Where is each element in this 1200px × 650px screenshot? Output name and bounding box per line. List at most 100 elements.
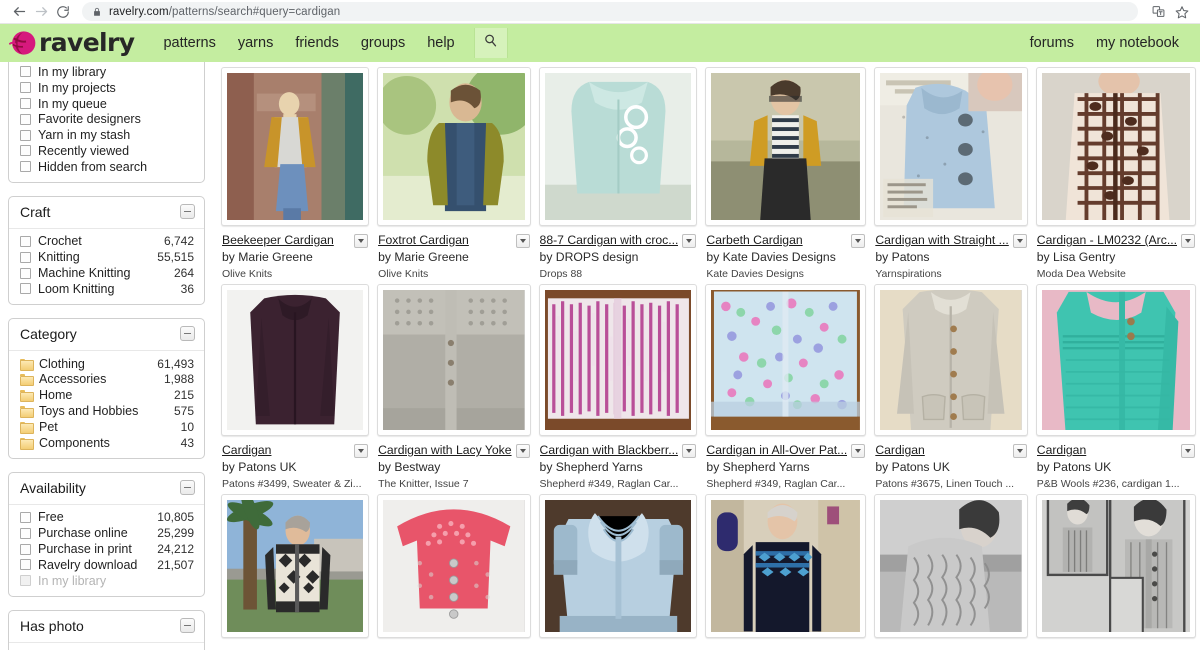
pattern-title-link[interactable]: Foxtrot Cardigan — [378, 233, 511, 247]
checkbox[interactable] — [20, 543, 31, 555]
pattern-card[interactable]: Cardigan - LM0232 (Arc... by Lisa Gentry M… — [1035, 67, 1196, 280]
checkbox[interactable] — [20, 145, 31, 157]
pattern-card[interactable]: Foxtrot Cardigan by Marie Greene Olive Kni… — [377, 67, 531, 280]
chevron-down-icon[interactable] — [1012, 234, 1027, 248]
pattern-title-link[interactable]: Beekeeper Cardigan — [222, 233, 350, 247]
pattern-photo[interactable] — [227, 73, 364, 220]
pattern-photo[interactable] — [880, 500, 1022, 632]
chevron-down-icon[interactable] — [1181, 234, 1195, 248]
chevron-down-icon[interactable] — [515, 234, 530, 248]
pattern-thumbnail-frame[interactable] — [377, 494, 531, 638]
reload-icon[interactable] — [52, 2, 74, 22]
pattern-thumbnail-frame[interactable] — [538, 67, 698, 226]
pattern-card[interactable] — [874, 494, 1028, 638]
checkbox[interactable] — [20, 66, 31, 78]
nav-item-yarns[interactable]: yarns — [227, 24, 284, 62]
facet-row[interactable]: Knitting 55,515 — [9, 249, 204, 265]
pattern-thumbnail-frame[interactable] — [221, 67, 370, 226]
pattern-thumbnail-frame[interactable] — [705, 284, 867, 436]
checkbox[interactable] — [20, 575, 31, 587]
facet-row[interactable]: In my library — [9, 573, 204, 589]
pattern-photo[interactable] — [880, 290, 1022, 430]
chevron-down-icon[interactable] — [354, 234, 369, 248]
pattern-card[interactable]: Cardigan with Blackberr... by Shepherd Ya… — [538, 284, 698, 490]
checkbox[interactable] — [20, 267, 31, 279]
pattern-photo[interactable] — [711, 290, 861, 430]
minus-icon[interactable] — [180, 204, 195, 220]
pattern-title-link[interactable]: Cardigan - LM0232 (Arc... — [1037, 233, 1177, 247]
pattern-thumbnail-frame[interactable] — [705, 67, 867, 226]
facet-row[interactable]: In my queue — [9, 96, 204, 112]
chevron-down-icon[interactable] — [682, 444, 697, 458]
checkbox[interactable] — [20, 113, 31, 125]
facet-row[interactable]: Home 215 — [9, 387, 204, 403]
facet-row[interactable]: Free 10,805 — [9, 510, 204, 526]
minus-icon[interactable] — [180, 618, 195, 634]
pattern-photo[interactable] — [544, 73, 692, 220]
facet-row[interactable]: Favorite designers — [9, 111, 204, 127]
pattern-card[interactable] — [221, 494, 370, 638]
pattern-title-link[interactable]: Cardigan in All-Over Pat... — [706, 443, 847, 457]
pattern-thumbnail-frame[interactable] — [377, 284, 531, 436]
facet-row[interactable]: In my library — [9, 64, 204, 80]
pattern-card[interactable] — [1035, 494, 1196, 638]
facet-row[interactable]: Accessories 1,988 — [9, 372, 204, 388]
forward-arrow-icon[interactable] — [30, 2, 52, 22]
pattern-card[interactable] — [377, 494, 531, 638]
pattern-photo[interactable] — [544, 290, 692, 430]
checkbox[interactable] — [20, 511, 31, 523]
checkbox[interactable] — [20, 97, 31, 109]
facet-row[interactable]: Clothing 61,493 — [9, 356, 204, 372]
chevron-down-icon[interactable] — [354, 444, 369, 458]
facet-row[interactable]: Machine Knitting 264 — [9, 265, 204, 281]
chevron-down-icon[interactable] — [851, 234, 866, 248]
checkbox[interactable] — [20, 559, 31, 571]
checkbox[interactable] — [20, 527, 31, 539]
pattern-thumbnail-frame[interactable] — [377, 67, 531, 226]
pattern-card[interactable]: Beekeeper Cardigan by Marie Greene Olive K… — [221, 67, 370, 280]
chevron-down-icon[interactable] — [1012, 444, 1027, 458]
pattern-photo[interactable] — [880, 73, 1022, 220]
checkbox[interactable] — [20, 235, 31, 247]
nav-item-forums[interactable]: forums — [1019, 24, 1085, 62]
nav-item-groups[interactable]: groups — [350, 24, 416, 62]
chevron-down-icon[interactable] — [515, 444, 530, 458]
facet-row[interactable]: Crochet 6,742 — [9, 234, 204, 250]
facet-row[interactable]: Purchase online 25,299 — [9, 525, 204, 541]
pattern-photo[interactable] — [711, 73, 861, 220]
pattern-title-link[interactable]: 88-7 Cardigan with croc... — [540, 233, 679, 247]
address-bar[interactable]: ravelry.com/patterns/search#query=cardig… — [82, 2, 1138, 21]
pattern-title-link[interactable]: Cardigan — [875, 443, 1008, 457]
facet-row[interactable]: Purchase in print 24,212 — [9, 541, 204, 557]
nav-item-help[interactable]: help — [416, 24, 465, 62]
nav-item-friends[interactable]: friends — [284, 24, 350, 62]
pattern-thumbnail-frame[interactable] — [221, 284, 370, 436]
pattern-thumbnail-frame[interactable] — [1035, 67, 1196, 226]
pattern-photo[interactable] — [544, 500, 692, 632]
pattern-card[interactable]: Cardigan by Patons UK P&B Wools #236, card… — [1035, 284, 1196, 490]
pattern-title-link[interactable]: Cardigan with Straight ... — [875, 233, 1008, 247]
pattern-photo[interactable] — [383, 500, 525, 632]
checkbox[interactable] — [20, 161, 31, 173]
pattern-card[interactable]: Cardigan in All-Over Pat... by Shepherd Y… — [705, 284, 867, 490]
facet-row[interactable]: Toys and Hobbies 575 — [9, 403, 204, 419]
pattern-thumbnail-frame[interactable] — [874, 284, 1028, 436]
pattern-thumbnail-frame[interactable] — [538, 494, 698, 638]
checkbox[interactable] — [20, 129, 31, 141]
facet-row[interactable]: Loom Knitting 36 — [9, 281, 204, 297]
search-button[interactable] — [473, 28, 508, 58]
pattern-card[interactable]: Cardigan with Straight ... by Patons Yarns… — [874, 67, 1028, 280]
checkbox[interactable] — [20, 82, 31, 94]
pattern-card[interactable]: Cardigan by Patons UK Patons #3499, Sweate… — [221, 284, 370, 490]
pattern-thumbnail-frame[interactable] — [874, 494, 1028, 638]
facet-row[interactable]: In my projects — [9, 80, 204, 96]
star-icon[interactable] — [1172, 2, 1192, 22]
pattern-photo[interactable] — [1041, 500, 1190, 632]
chevron-down-icon[interactable] — [682, 234, 697, 248]
pattern-card[interactable]: Cardigan with Lacy Yoke by Bestway The Kni… — [377, 284, 531, 490]
translate-icon[interactable] — [1148, 2, 1168, 22]
pattern-photo[interactable] — [383, 290, 525, 430]
facet-row[interactable]: Ravelry download 21,507 — [9, 557, 204, 573]
pattern-thumbnail-frame[interactable] — [538, 284, 698, 436]
pattern-title-link[interactable]: Cardigan with Lacy Yoke — [378, 443, 511, 457]
